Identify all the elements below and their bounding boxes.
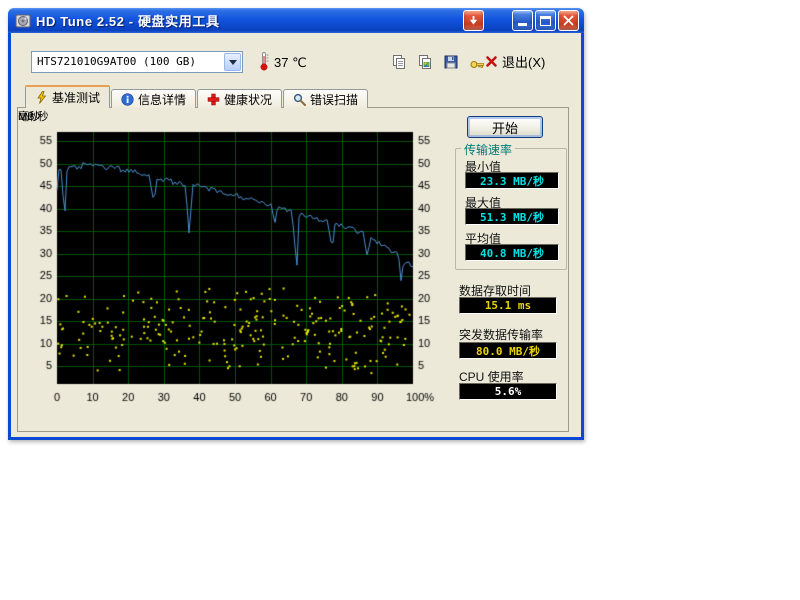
window-body: HTS721010G9AT00 (100 GB) 37 ℃ [11,33,581,437]
copy-text-button[interactable] [388,51,410,73]
exit-button[interactable]: 退出(X) [485,52,545,71]
save-button[interactable] [440,51,462,73]
copy-image-button[interactable] [414,51,436,73]
min-value: 23.3 MB/秒 [465,172,559,189]
tab-error-scan[interactable]: 错误扫描 [283,89,368,108]
titlebar[interactable]: HD Tune 2.52 - 硬盘实用工具 [8,8,584,33]
toolbar-buttons [388,51,488,73]
options-icon [469,54,485,70]
tab-label: 基准测试 [52,89,100,106]
burst-rate-label: 突发数据传输率 [459,326,543,343]
info-icon [121,93,134,106]
close-icon [563,15,574,26]
exit-x-icon [485,55,498,68]
temperature-value: 37 ℃ [274,55,307,71]
window-title: HD Tune 2.52 - 硬盘实用工具 [36,11,220,30]
exit-label: 退出(X) [502,52,545,71]
drive-select[interactable]: HTS721010G9AT00 (100 GB) [31,51,243,73]
tab-label: 健康状况 [224,91,272,108]
app-icon [15,13,31,29]
cpu-usage-value: 5.6% [459,383,557,400]
benchmark-chart [21,112,453,412]
scan-icon [293,93,306,106]
minimize-button[interactable] [512,10,533,31]
copy-text-icon [391,54,407,70]
tab-label: 信息详情 [138,91,186,108]
thermometer-icon [258,51,270,76]
health-icon [207,93,220,106]
tab-benchmark[interactable]: 基准测试 [25,85,110,108]
transfer-rate-group-title: 传输速率 [461,141,515,158]
maximize-icon [540,16,551,26]
minimize-icon [518,23,527,26]
roll-down-button[interactable] [463,10,484,31]
close-button[interactable] [558,10,579,31]
max-value: 51.3 MB/秒 [465,208,559,225]
copy-image-icon [417,54,433,70]
tab-info[interactable]: 信息详情 [111,89,196,108]
burst-rate-value: 80.0 MB/秒 [459,342,557,359]
start-button[interactable]: 开始 [467,116,543,138]
tab-label: 错误扫描 [310,91,358,108]
benchmark-panel: MB/秒 毫秒 开始 传输速率 最小值 23.3 MB/秒 最大值 51.3 M… [17,107,569,432]
chevron-down-icon[interactable] [224,53,241,71]
maximize-button[interactable] [535,10,556,31]
benchmark-icon [35,91,48,104]
drive-select-value: HTS721010G9AT00 (100 GB) [37,55,196,68]
avg-value: 40.8 MB/秒 [465,244,559,261]
desktop: HD Tune 2.52 - 硬盘实用工具 [0,0,800,600]
tab-strip: 基准测试 信息详情 健康状况 [25,85,369,108]
hd-tune-window: HD Tune 2.52 - 硬盘实用工具 [8,8,584,440]
down-arrow-icon [468,15,479,26]
access-time-value: 15.1 ms [459,297,557,314]
save-icon [443,54,459,70]
tab-health[interactable]: 健康状况 [197,89,282,108]
right-axis-title: 毫秒 [18,108,40,124]
